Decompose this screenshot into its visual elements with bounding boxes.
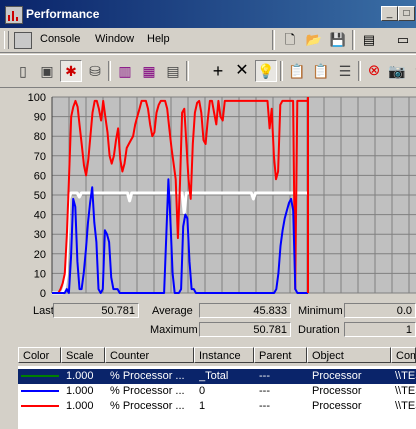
average-label: Average: [152, 305, 193, 317]
column-header-counter[interactable]: Counter: [105, 347, 194, 363]
counter-scale: 1.000: [66, 400, 94, 412]
y-tick-label: 0: [40, 288, 46, 298]
view-current-activity-icon[interactable]: ✱: [60, 60, 82, 82]
minimum-value: 0.0: [344, 303, 416, 318]
counter-scale: 1.000: [66, 370, 94, 382]
y-tick-label: 100: [28, 92, 46, 104]
highlight-icon[interactable]: 💡: [255, 60, 277, 82]
y-tick-label: 10: [34, 268, 46, 280]
counter-name: % Processor ...: [110, 400, 185, 412]
menu-separator: [272, 30, 275, 50]
minimum-label: Minimum: [298, 305, 343, 317]
counter-list-header: Color Scale Counter Instance Parent Obje…: [18, 347, 416, 365]
maximum-label: Maximum: [150, 324, 198, 336]
counter-instance: 0: [199, 385, 206, 397]
y-tick-label: 50: [34, 190, 46, 202]
new-console-icon[interactable]: 🗋: [279, 29, 301, 51]
counter-instance: _Total: [199, 370, 229, 382]
last-label: Last: [33, 305, 54, 317]
counter-parent: ---: [259, 400, 270, 412]
update-data-icon[interactable]: 📷: [386, 60, 408, 82]
toolbar-separator-3: [280, 61, 283, 81]
maximum-value: 50.781: [199, 322, 291, 337]
counter-parent: ---: [259, 370, 270, 382]
counter-row[interactable]: 1.000 % Processor ... 0 --- Processor \\…: [18, 384, 416, 399]
chart-panel: 100 90 80 70 60 50 40 30 20 10 0: [0, 88, 416, 300]
counter-color-swatch: [21, 375, 59, 377]
paste-counter-list-icon[interactable]: 📋: [310, 60, 332, 82]
title-bar: Performance _ □: [0, 0, 416, 28]
menu-bar: Console Window Help 🗋 📂 💾 ▤ ▭: [0, 28, 416, 53]
help-icon[interactable]: ?: [408, 60, 416, 82]
counter-computer: \\TES: [395, 400, 416, 412]
view-histogram-icon[interactable]: ▦: [138, 60, 160, 82]
minimize-button[interactable]: _: [381, 6, 398, 21]
counter-color-swatch: [21, 390, 59, 392]
performance-app-icon[interactable]: [5, 6, 23, 24]
column-header-computer[interactable]: Com: [391, 347, 416, 363]
toolbar-separator-4: [358, 61, 361, 81]
freeze-display-icon[interactable]: ⊗: [363, 60, 385, 82]
properties-icon[interactable]: ☰: [334, 60, 356, 82]
counter-object: Processor: [312, 400, 362, 412]
counter-name: % Processor ...: [110, 385, 185, 397]
window-icon[interactable]: ▭: [392, 29, 414, 51]
column-header-parent[interactable]: Parent: [254, 347, 307, 363]
counter-color-swatch: [21, 405, 59, 407]
show-hide-tree-icon[interactable]: ▤: [358, 29, 380, 51]
console-window-icon[interactable]: [14, 32, 32, 49]
view-log-data-icon[interactable]: ⛁: [84, 60, 106, 82]
menu-grip: [4, 31, 9, 49]
y-tick-label: 80: [34, 131, 46, 143]
counter-instance: 1: [199, 400, 206, 412]
counter-computer: \\TES: [395, 385, 416, 397]
maximize-button[interactable]: □: [398, 6, 415, 21]
save-icon[interactable]: 💾: [327, 29, 349, 51]
y-tick-label: 40: [34, 210, 46, 222]
view-graph-icon[interactable]: ▥: [114, 60, 136, 82]
duration-label: Duration: [298, 324, 340, 336]
menu-console[interactable]: Console: [40, 33, 80, 45]
copy-properties-icon[interactable]: 📋: [286, 60, 308, 82]
counter-computer: \\TES: [395, 370, 416, 382]
counter-scale: 1.000: [66, 385, 94, 397]
y-tick-label: 30: [34, 229, 46, 241]
counter-row[interactable]: 1.000 % Processor ... _Total --- Process…: [18, 369, 416, 384]
new-counter-set-icon[interactable]: ▯: [12, 60, 34, 82]
duration-value: 1: [344, 322, 416, 337]
counter-list: 1.000 % Processor ... _Total --- Process…: [18, 366, 416, 429]
y-tick-label: 90: [34, 112, 46, 124]
toolbar: ▯ ▣ ✱ ⛁ ▥ ▦ ▤ + ✕ 💡 📋 📋 ☰ ⊗ 📷 ?: [0, 54, 416, 88]
view-report-icon[interactable]: ▤: [162, 60, 184, 82]
average-value: 45.833: [199, 303, 291, 318]
y-tick-label: 20: [34, 249, 46, 261]
menu-help[interactable]: Help: [147, 33, 170, 45]
delete-counter-icon[interactable]: ✕: [231, 60, 253, 82]
column-header-instance[interactable]: Instance: [194, 347, 254, 363]
y-tick-label: 60: [34, 170, 46, 182]
toolbar-separator-1: [108, 61, 111, 81]
window-title: Performance: [26, 7, 100, 21]
menu-separator-2: [352, 30, 355, 50]
y-tick-label: 70: [34, 151, 46, 163]
counter-object: Processor: [312, 370, 362, 382]
column-header-object[interactable]: Object: [307, 347, 391, 363]
toolbar-separator-2: [186, 61, 189, 81]
last-value: 50.781: [53, 303, 139, 318]
counter-object: Processor: [312, 385, 362, 397]
clear-display-icon[interactable]: ▣: [36, 60, 58, 82]
menu-window[interactable]: Window: [95, 33, 134, 45]
counter-name: % Processor ...: [110, 370, 185, 382]
counter-row[interactable]: 1.000 % Processor ... 1 --- Processor \\…: [18, 399, 416, 414]
counter-parent: ---: [259, 385, 270, 397]
column-header-scale[interactable]: Scale: [61, 347, 105, 363]
add-counter-icon[interactable]: +: [207, 60, 229, 82]
column-header-color[interactable]: Color: [18, 347, 61, 363]
value-bar: Last 50.781 Average 45.833 Minimum 0.0 M…: [0, 300, 416, 340]
open-folder-icon[interactable]: 📂: [303, 29, 325, 51]
performance-graph: 1009080706050403020100: [28, 92, 416, 300]
